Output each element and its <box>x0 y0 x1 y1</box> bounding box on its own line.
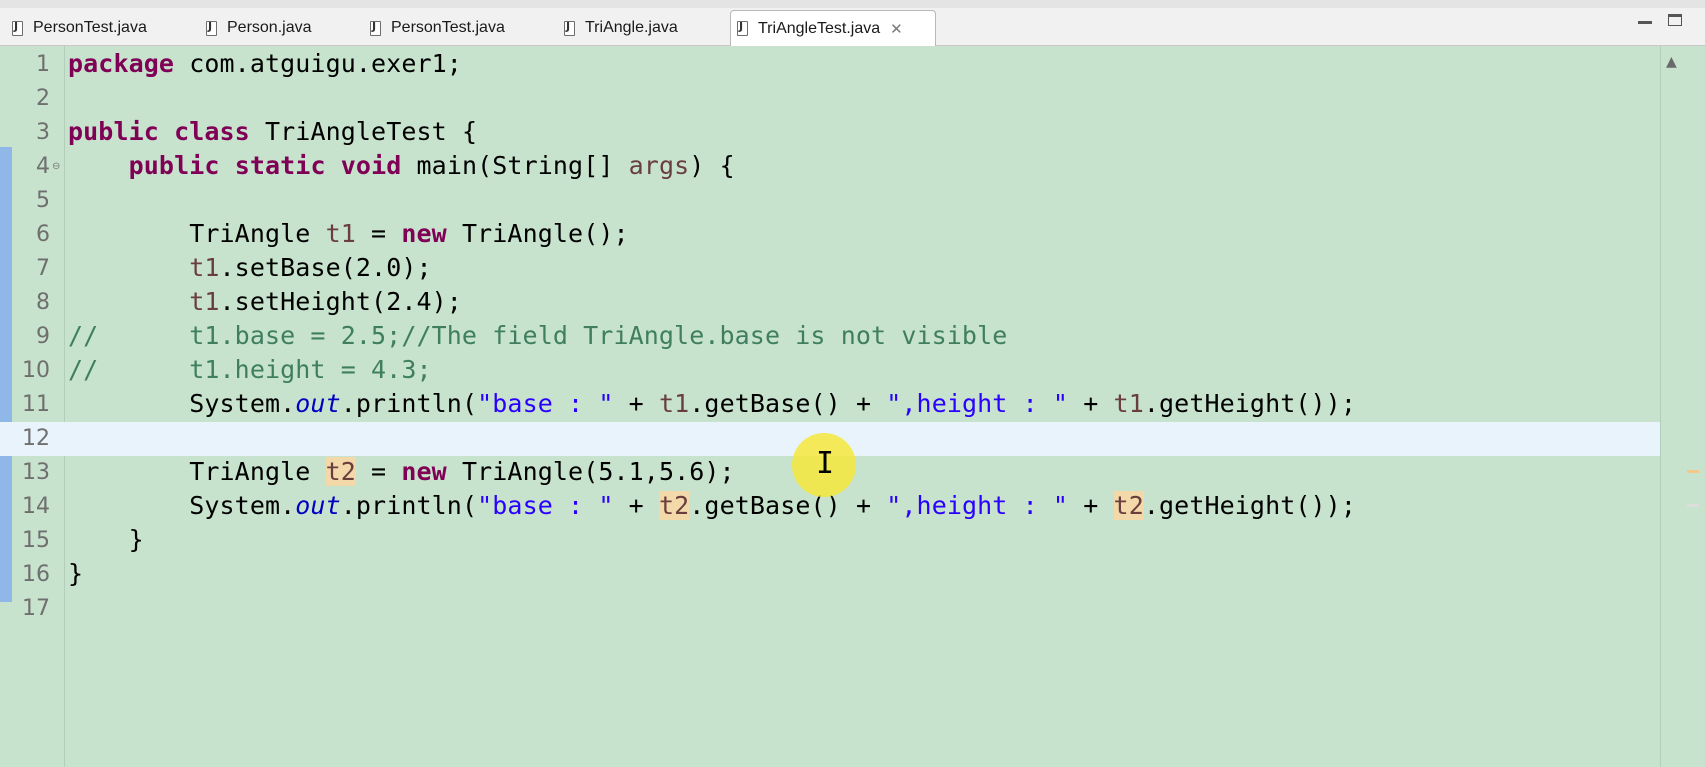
code-text: public static void main(String[] args) { <box>128 151 735 180</box>
code-line[interactable]: 4 ⊖ public static void main(String[] arg… <box>0 150 1660 184</box>
code-text: package com.atguigu.exer1; <box>68 49 462 78</box>
code-text: // t1.height = 4.3; <box>68 355 432 384</box>
code-line[interactable]: 9 // t1.base = 2.5;//The field TriAngle.… <box>0 320 1660 354</box>
scroll-up-icon[interactable]: ▲ <box>1666 54 1677 70</box>
tab-person[interactable]: Person.java <box>200 10 360 46</box>
line-number: 1 <box>36 52 50 77</box>
maximize-icon[interactable] <box>1668 14 1682 26</box>
line-number: 8 <box>36 290 50 315</box>
line-number: 9 <box>36 324 50 349</box>
code-line[interactable]: 11 System.out.println("base : " + t1.get… <box>0 388 1660 422</box>
code-text: TriAngle t2 = new TriAngle(5.1,5.6); <box>68 457 735 486</box>
java-file-icon <box>206 20 217 36</box>
code-line[interactable]: 7 t1.setBase(2.0); <box>0 252 1660 286</box>
code-text: } <box>68 559 84 588</box>
code-text: System.out.println("base : " + t1.getBas… <box>68 389 1356 418</box>
tab-persontest-2[interactable]: PersonTest.java <box>364 10 544 46</box>
code-line[interactable]: 2 <box>0 82 1660 116</box>
tab-triangletest[interactable]: TriAngleTest.java ✕ <box>730 10 936 46</box>
line-number: 13 <box>22 460 50 485</box>
java-file-icon <box>12 20 23 36</box>
code-line[interactable]: 17 <box>0 592 1660 626</box>
code-text: } <box>68 525 144 554</box>
code-line[interactable]: 3 public class TriAngleTest { <box>0 116 1660 150</box>
code-line[interactable]: 16 } <box>0 558 1660 592</box>
occurrence-marker[interactable] <box>1687 504 1699 507</box>
text-cursor-icon: I <box>816 446 835 481</box>
occurrence-marker[interactable] <box>1687 470 1699 473</box>
tab-triangle[interactable]: TriAngle.java <box>558 10 718 46</box>
line-number: 12 <box>22 426 50 451</box>
code-line[interactable]: 6 TriAngle t1 = new TriAngle(); <box>0 218 1660 252</box>
code-text: public class TriAngleTest { <box>68 117 478 146</box>
fold-collapse-icon[interactable]: ⊖ <box>52 161 60 172</box>
java-file-icon <box>564 20 575 36</box>
editor-tab-bar: PersonTest.java Person.java PersonTest.j… <box>0 0 1705 46</box>
line-number: 10 <box>22 358 50 383</box>
line-number: 4 <box>36 154 50 179</box>
line-number: 16 <box>22 562 50 587</box>
tab-persontest-1[interactable]: PersonTest.java <box>6 10 186 46</box>
code-line[interactable]: 10 // t1.height = 4.3; <box>0 354 1660 388</box>
tab-label: TriAngle.java <box>585 19 678 36</box>
code-line[interactable]: 8 t1.setHeight(2.4); <box>0 286 1660 320</box>
code-line[interactable]: 1 package com.atguigu.exer1; <box>0 48 1660 82</box>
code-text: t1.setHeight(2.4); <box>189 287 462 316</box>
java-file-icon <box>737 20 748 36</box>
code-editor[interactable]: 1 package com.atguigu.exer1; 2 3 public … <box>0 46 1705 767</box>
line-number: 17 <box>22 596 50 621</box>
line-number: 14 <box>22 494 50 519</box>
line-number: 6 <box>36 222 50 247</box>
line-number: 7 <box>36 256 50 281</box>
line-number: 15 <box>22 528 50 553</box>
tab-label: PersonTest.java <box>33 19 147 36</box>
code-text: TriAngle t1 = new TriAngle(); <box>68 219 629 248</box>
tab-label: Person.java <box>227 19 312 36</box>
code-text: t1.setBase(2.0); <box>189 253 432 282</box>
code-text: // t1.base = 2.5;//The field TriAngle.ba… <box>68 321 1008 350</box>
close-icon[interactable]: ✕ <box>890 20 903 38</box>
code-line[interactable]: 5 <box>0 184 1660 218</box>
overview-ruler[interactable] <box>1660 46 1705 767</box>
line-number: 11 <box>22 392 50 417</box>
code-line[interactable]: 15 } <box>0 524 1660 558</box>
line-number: 3 <box>36 120 50 145</box>
tab-label: TriAngleTest.java <box>758 19 881 37</box>
java-file-icon <box>370 20 381 36</box>
tab-label: PersonTest.java <box>391 19 505 36</box>
line-number: 2 <box>36 86 50 111</box>
line-number: 5 <box>36 188 50 213</box>
code-text: System.out.println("base : " + t2.getBas… <box>68 491 1356 520</box>
minimize-icon[interactable] <box>1638 14 1652 24</box>
